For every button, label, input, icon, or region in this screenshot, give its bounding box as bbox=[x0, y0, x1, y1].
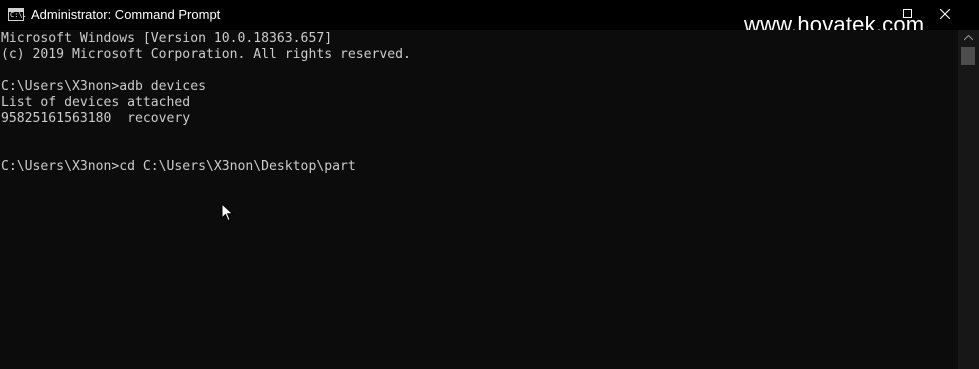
cmd-icon[interactable]: C:\. bbox=[8, 8, 27, 21]
cmd-icon-glyph: C:\. bbox=[10, 11, 27, 19]
console-line: List of devices attached bbox=[1, 95, 191, 110]
close-button[interactable] bbox=[925, 0, 965, 30]
console-line: 95825161563180 recovery bbox=[1, 111, 191, 126]
console-output[interactable]: Microsoft Windows [Version 10.0.18363.65… bbox=[0, 30, 958, 369]
maximize-icon bbox=[903, 9, 912, 18]
console-line: C:\Users\X3non>adb devices bbox=[1, 79, 206, 94]
console-line: (c) 2019 Microsoft Corporation. All righ… bbox=[1, 47, 411, 62]
scroll-up-arrow-icon bbox=[964, 35, 973, 41]
console-line: Microsoft Windows [Version 10.0.18363.65… bbox=[1, 31, 333, 46]
scrollbar-thumb[interactable] bbox=[961, 47, 975, 65]
title-bar[interactable]: C:\. Administrator: Command Prompt www.h… bbox=[0, 0, 979, 37]
maximize-button[interactable] bbox=[888, 0, 928, 30]
minimize-button[interactable] bbox=[851, 0, 891, 30]
mouse-pointer-icon bbox=[221, 203, 234, 222]
close-icon bbox=[940, 9, 950, 19]
scroll-up-button[interactable] bbox=[958, 30, 979, 46]
console-line: C:\Users\X3non>cd C:\Users\X3non\Desktop… bbox=[1, 159, 356, 174]
window-title: Administrator: Command Prompt bbox=[31, 7, 221, 22]
vertical-scrollbar[interactable] bbox=[958, 30, 979, 369]
